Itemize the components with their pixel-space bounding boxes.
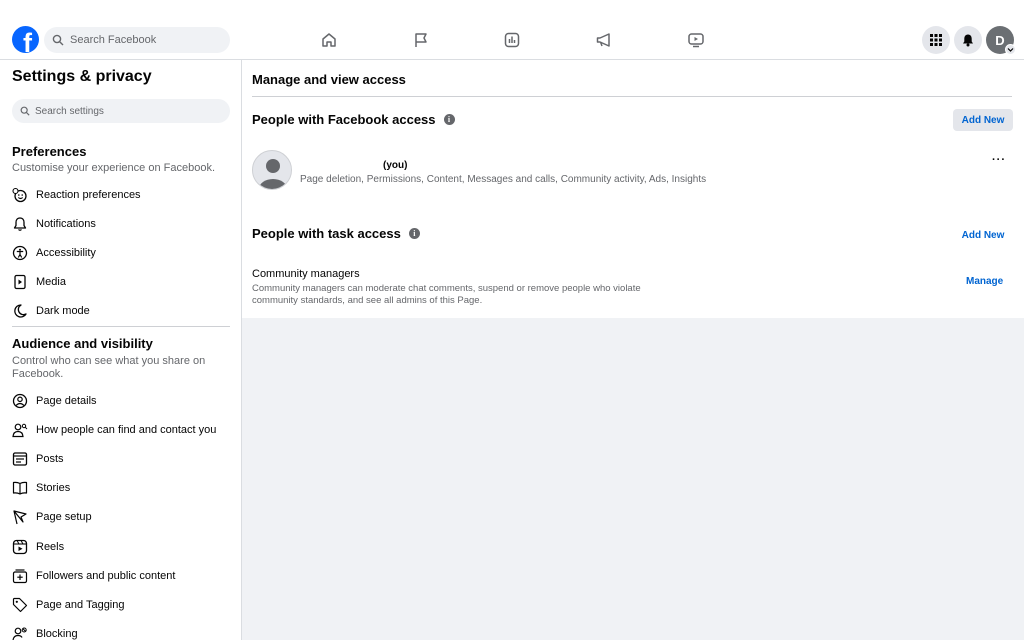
media-icon xyxy=(14,274,26,290)
task-access-title: People with task access xyxy=(252,226,401,241)
sidebar-item-label: Reels xyxy=(36,541,65,553)
sidebar-item-stories[interactable]: Stories xyxy=(12,477,232,499)
search-icon xyxy=(52,34,64,46)
person-name[interactable]: (you) xyxy=(383,160,407,171)
person-permissions: Page deletion, Permissions, Content, Mes… xyxy=(300,174,707,185)
sidebar-item-label: Reaction preferences xyxy=(36,189,141,201)
sidebar-item-followers[interactable]: Followers and public content xyxy=(12,565,232,587)
sidebar-item-find-and-contact[interactable]: How people can find and contact you xyxy=(12,419,232,441)
sidebar-item-page-setup[interactable]: Page setup xyxy=(12,506,232,528)
audience-heading: Audience and visibility xyxy=(12,336,153,351)
add-task-access-button[interactable]: Add New xyxy=(953,224,1013,246)
flag-icon[interactable] xyxy=(411,30,431,50)
sidebar-item-media[interactable]: Media xyxy=(12,271,232,293)
facebook-logo[interactable]: f xyxy=(12,26,39,53)
search-icon xyxy=(20,106,30,116)
sidebar-item-label: Page setup xyxy=(36,511,92,523)
audience-description: Control who can see what you share on Fa… xyxy=(12,355,206,380)
section-divider xyxy=(12,326,230,327)
title-divider xyxy=(252,96,1012,97)
reaction-icon xyxy=(12,187,27,203)
profile-avatar[interactable]: D xyxy=(986,26,1016,55)
chevron-down-icon xyxy=(1005,44,1016,55)
sidebar-item-page-details[interactable]: Page details xyxy=(12,390,232,412)
sidebar-item-accessibility[interactable]: Accessibility xyxy=(12,242,232,264)
preferences-heading: Preferences xyxy=(12,144,87,159)
book-icon xyxy=(12,481,28,495)
sidebar-item-label: Blocking xyxy=(36,628,78,640)
facebook-search[interactable] xyxy=(44,27,230,53)
community-managers-title: Community managers xyxy=(252,268,360,280)
tag-icon xyxy=(12,597,28,613)
reels-icon xyxy=(12,539,28,555)
sidebar-item-page-and-tagging[interactable]: Page and Tagging xyxy=(12,594,232,616)
insights-icon[interactable] xyxy=(502,30,522,50)
person-avatar[interactable] xyxy=(252,150,292,190)
top-navigation-bar: f D xyxy=(0,20,1024,60)
sidebar-item-dark-mode[interactable]: Dark mode xyxy=(12,300,232,322)
info-icon[interactable]: i xyxy=(408,228,420,239)
facebook-access-title: People with Facebook access xyxy=(252,112,436,127)
task-access-heading: People with task access i xyxy=(252,226,420,241)
settings-search-input[interactable] xyxy=(35,105,215,117)
preferences-description: Customise your experience on Facebook. xyxy=(12,162,215,174)
sidebar-item-notifications[interactable]: Notifications xyxy=(12,213,232,235)
community-managers-description: Community managers can moderate chat com… xyxy=(252,283,641,306)
manage-button[interactable]: Manage xyxy=(966,276,1003,287)
menu-grid-icon[interactable] xyxy=(922,26,950,54)
sidebar-item-label: How people can find and contact you xyxy=(36,424,217,436)
megaphone-icon[interactable] xyxy=(594,30,614,50)
followers-icon xyxy=(12,569,28,584)
sidebar-item-posts[interactable]: Posts xyxy=(12,448,232,470)
notifications-bell-icon[interactable] xyxy=(954,26,982,54)
page-title: Manage and view access xyxy=(252,72,406,87)
sidebar-item-label: Notifications xyxy=(36,218,96,230)
sidebar-title: Settings & privacy xyxy=(12,68,152,85)
moon-icon xyxy=(14,304,27,318)
info-icon[interactable]: i xyxy=(443,114,455,125)
sidebar-item-label: Accessibility xyxy=(36,247,96,259)
sidebar-item-reels[interactable]: Reels xyxy=(12,536,232,558)
settings-search[interactable] xyxy=(12,99,230,123)
accessibility-icon xyxy=(12,245,28,261)
facebook-access-heading: People with Facebook access i xyxy=(252,112,455,127)
sidebar-item-blocking[interactable]: Blocking xyxy=(12,623,232,640)
sidebar-item-label: Page and Tagging xyxy=(36,599,125,611)
user-circle-icon xyxy=(12,393,28,409)
posts-icon xyxy=(12,452,28,466)
sidebar-item-label: Stories xyxy=(36,482,71,494)
sidebar-item-label: Dark mode xyxy=(36,305,90,317)
search-input[interactable] xyxy=(70,34,220,46)
sidebar-item-reaction-preferences[interactable]: Reaction preferences xyxy=(12,184,232,206)
sidebar-item-label: Page details xyxy=(36,395,97,407)
bell-icon xyxy=(13,217,27,231)
more-options-icon[interactable]: ··· xyxy=(992,154,1006,166)
top-strip xyxy=(0,0,1024,20)
access-card: Manage and view access People with Faceb… xyxy=(242,60,1024,318)
sidebar-item-label: Media xyxy=(36,276,66,288)
video-icon[interactable] xyxy=(686,30,706,50)
settings-sidebar: Settings & privacy Preferences Customise… xyxy=(0,60,242,640)
flag-icon xyxy=(13,510,27,525)
user-search-icon xyxy=(12,423,28,438)
add-facebook-access-button[interactable]: Add New xyxy=(953,109,1013,131)
block-icon xyxy=(12,627,27,640)
sidebar-item-label: Posts xyxy=(36,453,64,465)
home-icon[interactable] xyxy=(319,30,339,50)
sidebar-item-label: Followers and public content xyxy=(36,570,176,582)
